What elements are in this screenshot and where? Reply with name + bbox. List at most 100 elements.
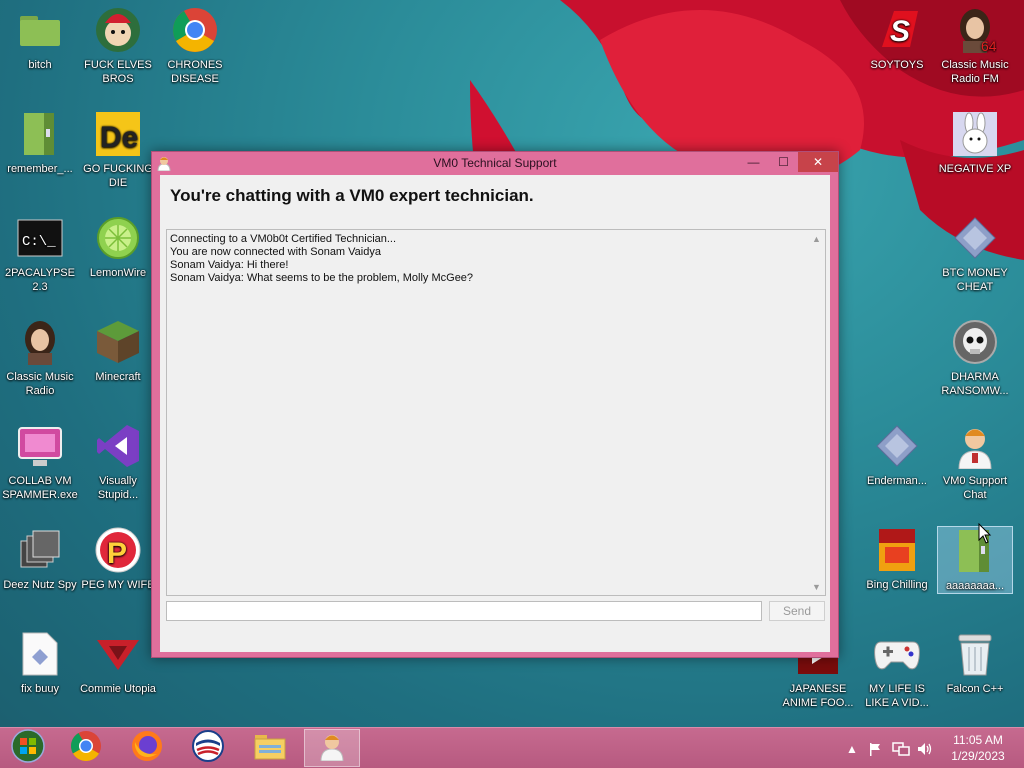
minimize-button[interactable]: — — [740, 152, 767, 172]
desktop-icon-label: MY LIFE IS LIKE A VID... — [865, 683, 929, 709]
skull-icon — [951, 318, 999, 366]
desktop-icon-label: Classic Music Radio FM — [941, 59, 1009, 85]
desktop-icon-fix-buuy[interactable]: fix buuy — [0, 624, 80, 722]
desktop-icon-label: Classic Music Radio — [6, 371, 74, 397]
desktop-icon-bing-chilling[interactable]: Bing Chilling — [857, 520, 937, 618]
desktop-icon-label: PEG MY WIFE — [81, 579, 155, 591]
desktop-icon-soytoys[interactable]: S SOYTOYS — [857, 0, 937, 98]
desktop-icon-label: DHARMA RANSOMW... — [941, 371, 1009, 397]
svg-text:P: P — [107, 537, 127, 570]
desktop-icon-chrones-disease[interactable]: CHRONES DISEASE — [155, 0, 235, 98]
desktop-icon-btc-money-cheat[interactable]: BTC MONEY CHEAT — [935, 208, 1015, 306]
desktop-icon-label: COLLAB VM SPAMMER.exe — [2, 475, 78, 501]
desktop-icon-deez-nutz-spy[interactable]: Deez Nutz Spy — [0, 520, 80, 618]
desktop-icon-go-fucking-die[interactable]: De GO FUCKING DIE — [78, 104, 158, 202]
desktop-icon-label: SOYTOYS — [870, 59, 924, 71]
desktop-icon-visually-stupid[interactable]: Visually Stupid... — [78, 416, 158, 514]
minecraft-icon — [94, 318, 142, 366]
desktop-icon-label: Falcon C++ — [946, 683, 1004, 695]
desktop-icon-2pacalypse[interactable]: C:\_ 2PACALYPSE 2.3 — [0, 208, 80, 306]
desktop-icon-fuck-elves-bros[interactable]: FUCK ELVES BROS — [78, 0, 158, 98]
desktop-icon-negative-xp[interactable]: NEGATIVE XP — [935, 104, 1015, 202]
taskbar-file-explorer[interactable] — [242, 729, 298, 767]
desktop-icon-my-life-is-like-a-video[interactable]: MY LIFE IS LIKE A VID... — [857, 624, 937, 722]
desktop-icon-classic-music-radio-fm[interactable]: 64 Classic Music Radio FM — [935, 0, 1015, 98]
taskbar-clock[interactable]: 11:05 AM 1/29/2023 — [938, 732, 1018, 764]
desktop-icon-label: Deez Nutz Spy — [3, 579, 77, 591]
network-icon[interactable] — [892, 728, 910, 768]
obama-logo-icon — [192, 729, 224, 767]
taskbar-firefox[interactable] — [119, 729, 175, 767]
maximize-button[interactable]: ☐ — [770, 152, 797, 172]
vm0-support-window[interactable]: VM0 Technical Support — ☐ ✕ You're chatt… — [151, 151, 839, 658]
desktop-icon-label: aaaaaaaa... — [945, 580, 1005, 592]
desktop-icon-commie-utopia[interactable]: Commie Utopia — [78, 624, 158, 722]
desktop-icon-minecraft[interactable]: Minecraft — [78, 312, 158, 410]
box-icon — [873, 526, 921, 574]
desktop-icon-label: BTC MONEY CHEAT — [942, 267, 1008, 293]
desktop-icon-label: NEGATIVE XP — [938, 163, 1012, 175]
desktop-icon-remember[interactable]: remember_... — [0, 104, 80, 202]
desktop-icon-dharma-ransomware[interactable]: DHARMA RANSOMW... — [935, 312, 1015, 410]
taskbar: ▲ 11:05 AM 1/29/2023 — [0, 727, 1024, 768]
taskbar-chrome[interactable] — [58, 729, 114, 767]
desktop-icon-label: Commie Utopia — [80, 683, 156, 695]
chat-log[interactable]: Connecting to a VM0b0t Certified Technic… — [166, 229, 826, 596]
desktop-icon-label: VM0 Support Chat — [942, 475, 1008, 501]
desktop-icon-bitch[interactable]: bitch — [0, 0, 80, 98]
document-icon — [16, 110, 64, 158]
game-icon — [94, 6, 142, 54]
terminal-icon: C:\_ — [16, 214, 64, 262]
desktop-icon-aaaaaaaa[interactable]: aaaaaaaa... — [937, 526, 1013, 594]
volume-icon[interactable] — [917, 728, 933, 768]
scroll-up-icon[interactable]: ▲ — [808, 230, 825, 247]
chat-log-scrollbar[interactable]: ▲ ▼ — [808, 230, 825, 595]
window-titlebar[interactable]: VM0 Technical Support — ☐ ✕ — [152, 152, 838, 175]
desktop-icon-label: bitch — [28, 59, 52, 71]
clock-time: 11:05 AM — [953, 733, 1003, 747]
chrome-icon — [171, 6, 219, 54]
bunny-icon — [951, 110, 999, 158]
desktop-icon-falcon-cpp[interactable]: Falcon C++ — [935, 624, 1015, 722]
close-button[interactable]: ✕ — [798, 152, 838, 172]
diamond-file-icon — [951, 214, 999, 262]
tray-show-hidden[interactable]: ▲ — [846, 728, 858, 768]
p-logo-icon: P — [94, 526, 142, 574]
svg-text:De: De — [100, 121, 138, 154]
desktop-icon-peg-my-wife[interactable]: P PEG MY WIFE — [78, 520, 158, 618]
desktop-icon-label: CHRONES DISEASE — [167, 59, 223, 85]
chat-line: Connecting to a VM0b0t Certified Technic… — [170, 233, 397, 245]
send-button[interactable]: Send — [769, 601, 825, 621]
message-input[interactable] — [166, 601, 762, 621]
chrome-icon — [70, 730, 102, 767]
clock-date: 1/29/2023 — [951, 749, 1005, 763]
script-file-icon — [16, 630, 64, 678]
chat-heading: You're chatting with a VM0 expert techni… — [170, 186, 534, 205]
desktop-icon-label: Visually Stupid... — [97, 475, 139, 501]
desktop-icon-label: JAPANESE ANIME FOO... — [782, 683, 854, 709]
s-logo-icon: S — [873, 6, 921, 54]
support-agent-icon — [951, 422, 999, 470]
taskbar-vm0-support[interactable] — [304, 729, 360, 767]
svg-text:64: 64 — [981, 38, 997, 53]
desktop-icon-lemonwire[interactable]: LemonWire — [78, 208, 158, 306]
scroll-down-icon[interactable]: ▼ — [808, 578, 825, 595]
monitor-icon — [16, 422, 64, 470]
desktop-icon-enderman[interactable]: Enderman... — [857, 416, 937, 514]
start-button[interactable] — [0, 728, 56, 767]
chat-line: Sonam Vaidya: Hi there! — [170, 259, 289, 271]
desktop-icon-collab-vm-spammer[interactable]: COLLAB VM SPAMMER.exe — [0, 416, 80, 514]
desktop-icon-classic-music-radio[interactable]: Classic Music Radio — [0, 312, 80, 410]
de-app-icon: De — [94, 110, 142, 158]
taskbar-obama[interactable] — [180, 729, 236, 767]
mouse-cursor-icon — [978, 523, 992, 544]
window-client-area: You're chatting with a VM0 expert techni… — [160, 175, 830, 652]
desktop-icon-label: fix buuy — [21, 683, 59, 695]
hammer-sickle-icon — [94, 630, 142, 678]
desktop-icon-label: Bing Chilling — [866, 579, 928, 591]
folder-icon — [16, 6, 64, 54]
limewire-icon — [94, 214, 142, 262]
desktop-icon-vm0-support-chat[interactable]: VM0 Support Chat — [935, 416, 1015, 514]
flag-icon[interactable] — [868, 728, 882, 768]
visual-studio-icon — [94, 422, 142, 470]
